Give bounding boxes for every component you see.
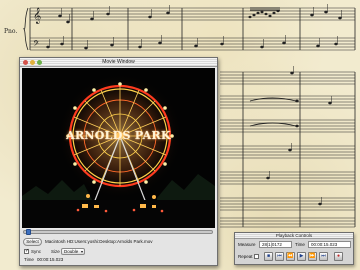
rewind-button[interactable]: ⏪ <box>286 252 295 261</box>
video-caption: ARNOLDS PARK <box>66 129 171 142</box>
bass-staff <box>30 37 355 51</box>
size-select[interactable]: Double ▾ <box>61 248 85 255</box>
measure-field[interactable]: 28|1|0172 <box>259 241 292 248</box>
bass-clef-icon: 𝄢 <box>33 40 40 51</box>
repeat-checkbox[interactable] <box>254 254 259 259</box>
movie-window-title: Movie Window <box>102 59 135 65</box>
ferris-wheel-image <box>22 68 215 228</box>
time-label: Time <box>24 257 34 262</box>
treble-clef-icon: 𝄞 <box>33 8 41 24</box>
rewind-icon: ⏪ <box>287 253 294 259</box>
instrument-label: Pno. <box>4 28 18 35</box>
lower-staves <box>220 71 355 228</box>
treble-staff <box>30 7 355 21</box>
playback-title: Playback Controls <box>275 233 313 238</box>
file-path: Macintosh HD:Users:yoshi:Desktop:Arnolds… <box>45 239 153 244</box>
movie-window-titlebar[interactable]: Movie Window <box>20 58 217 67</box>
measure-label: Measure <box>238 242 256 247</box>
stop-icon: ■ <box>266 253 271 259</box>
movie-scrubber[interactable] <box>23 229 213 235</box>
scrubber-thumb[interactable] <box>26 229 31 235</box>
fast-forward-button[interactable]: ⏩ <box>308 252 317 261</box>
sync-label: Sync <box>31 249 42 254</box>
time-value: 00:00:15.023 <box>37 257 64 262</box>
forward-end-icon: ⏭ <box>321 253 326 259</box>
forward-end-button[interactable]: ⏭ <box>319 252 328 261</box>
playback-titlebar[interactable]: Playback Controls <box>235 233 353 239</box>
select-button[interactable]: Select <box>23 238 42 246</box>
play-icon: ▶ <box>299 253 304 259</box>
repeat-label: Repeat <box>238 254 253 259</box>
record-button[interactable]: ● <box>334 252 343 261</box>
playback-time-field[interactable]: 00:00:15.023 <box>308 241 351 248</box>
sync-checkbox[interactable]: ✓ <box>24 248 30 254</box>
brace <box>22 7 29 51</box>
checkmark-icon: ✓ <box>25 248 30 254</box>
fast-forward-icon: ⏩ <box>309 253 316 259</box>
movie-window: Movie Window ARNOLDS PARK Select Macinto… <box>19 57 218 266</box>
chevron-down-icon: ▾ <box>80 249 83 254</box>
stop-button[interactable]: ■ <box>264 252 273 261</box>
playback-time-label: Time <box>295 242 305 247</box>
rewind-start-button[interactable]: ⏮ <box>275 252 284 261</box>
rewind-start-icon: ⏮ <box>277 253 282 259</box>
movie-controls: Select Macintosh HD:Users:yoshi:Desktop:… <box>20 229 217 265</box>
size-label: Size <box>51 249 60 254</box>
video-frame: ARNOLDS PARK <box>22 68 215 228</box>
size-select-value: Double <box>64 249 79 254</box>
play-button[interactable]: ▶ <box>297 252 306 261</box>
record-icon: ● <box>336 253 341 259</box>
playback-controls-window: Playback Controls Measure 28|1|0172 Time… <box>234 232 354 265</box>
